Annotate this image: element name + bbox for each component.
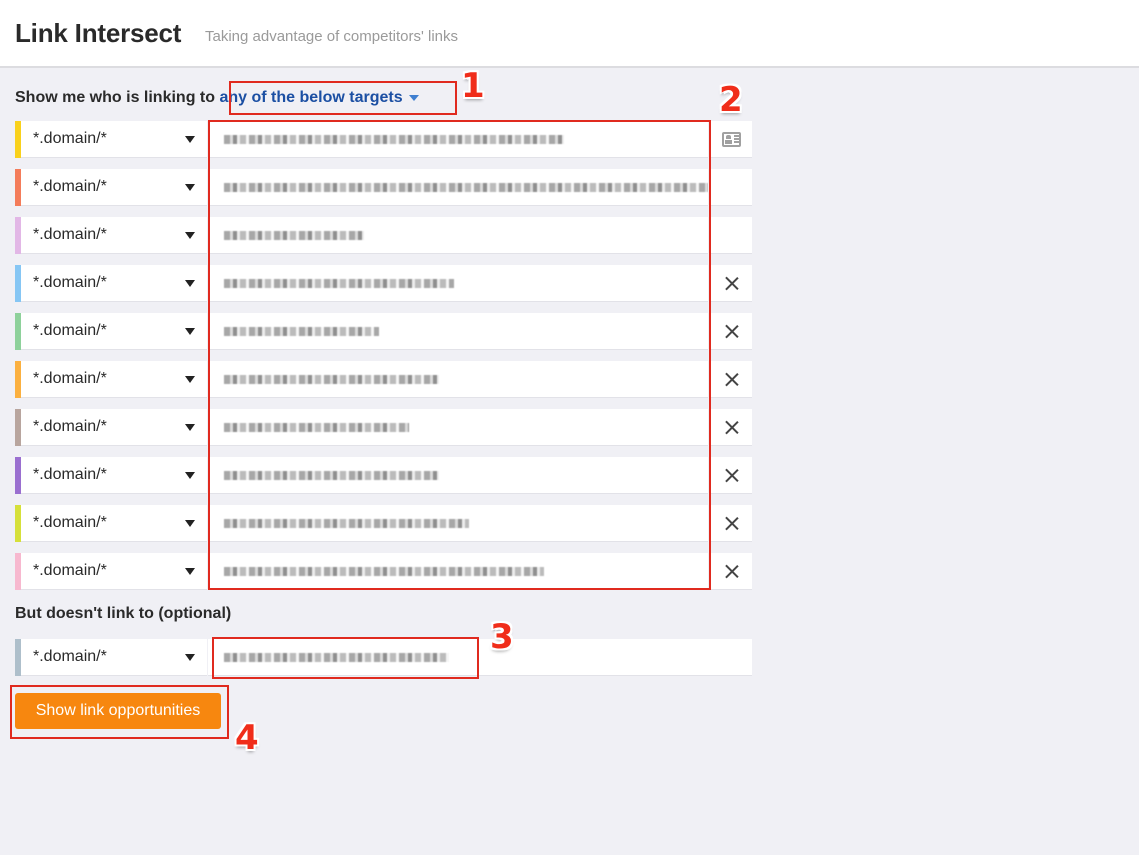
redacted-url	[224, 471, 439, 480]
exclude-section-label: But doesn't link to (optional)	[15, 605, 232, 622]
caret-down-icon	[185, 568, 195, 575]
remove-target-button[interactable]	[710, 361, 752, 398]
target-row: *.domain/*	[15, 409, 752, 446]
close-icon	[724, 372, 739, 387]
target-row: *.domain/*	[15, 217, 752, 254]
target-row: *.domain/*	[15, 361, 752, 398]
redacted-url	[224, 183, 708, 192]
caret-down-icon	[185, 654, 195, 661]
caret-down-icon	[185, 424, 195, 431]
redacted-url	[224, 135, 564, 144]
target-mode-select[interactable]: *.domain/*	[21, 121, 207, 158]
caret-down-icon	[185, 520, 195, 527]
target-mode-value: *.domain/*	[33, 322, 107, 339]
target-mode-select[interactable]: *.domain/*	[21, 505, 207, 542]
redacted-url	[224, 231, 364, 240]
import-list-icon	[722, 132, 741, 147]
target-url-input[interactable]	[208, 313, 708, 350]
exclude-mode-value: *.domain/*	[33, 648, 107, 665]
caret-down-icon	[185, 184, 195, 191]
targets-label-text: Show me who is linking to	[15, 89, 216, 106]
target-url-input[interactable]	[208, 505, 708, 542]
close-icon	[724, 324, 739, 339]
targets-section-label: Show me who is linking to any of the bel…	[15, 89, 419, 107]
target-mode-label: any of the below targets	[219, 89, 403, 106]
page-subtitle: Taking advantage of competitors' links	[205, 28, 459, 45]
exclude-mode-dropdown[interactable]: *.domain/*	[21, 639, 207, 676]
target-mode-select[interactable]: *.domain/*	[21, 409, 207, 446]
redacted-url	[224, 327, 379, 336]
caret-down-icon	[185, 376, 195, 383]
bulk-import-button[interactable]	[710, 121, 752, 158]
target-mode-value: *.domain/*	[33, 274, 107, 291]
caret-down-icon	[185, 328, 195, 335]
target-mode-value: *.domain/*	[33, 370, 107, 387]
remove-target-button[interactable]	[710, 313, 752, 350]
empty-action-cell	[710, 169, 752, 206]
caret-down-icon	[408, 94, 419, 101]
target-mode-select[interactable]: *.domain/*	[21, 217, 207, 254]
target-mode-value: *.domain/*	[33, 178, 107, 195]
target-url-input[interactable]	[208, 457, 708, 494]
caret-down-icon	[185, 232, 195, 239]
redacted-url	[224, 653, 449, 662]
target-mode-value: *.domain/*	[33, 562, 107, 579]
target-row: *.domain/*	[15, 169, 752, 206]
target-mode-value: *.domain/*	[33, 226, 107, 243]
exclude-url-input[interactable]	[208, 639, 752, 676]
annotation-number-2: 2	[719, 80, 743, 120]
remove-target-button[interactable]	[710, 553, 752, 590]
target-url-input[interactable]	[208, 217, 708, 254]
caret-down-icon	[185, 472, 195, 479]
empty-action-cell	[710, 217, 752, 254]
target-url-input[interactable]	[208, 169, 708, 206]
annotation-number-4: 4	[235, 718, 259, 758]
redacted-url	[224, 375, 439, 384]
target-mode-select[interactable]: *.domain/*	[21, 361, 207, 398]
target-mode-value: *.domain/*	[33, 418, 107, 435]
target-mode-dropdown[interactable]: any of the below targets	[219, 89, 419, 106]
target-url-input[interactable]	[208, 361, 708, 398]
target-url-input[interactable]	[208, 553, 708, 590]
target-url-input[interactable]	[208, 409, 708, 446]
show-link-opportunities-button[interactable]: Show link opportunities	[15, 693, 221, 729]
annotation-number-1: 1	[461, 66, 485, 106]
target-mode-select[interactable]: *.domain/*	[21, 457, 207, 494]
remove-target-button[interactable]	[710, 505, 752, 542]
redacted-url	[224, 567, 544, 576]
close-icon	[724, 564, 739, 579]
caret-down-icon	[185, 280, 195, 287]
target-mode-select[interactable]: *.domain/*	[21, 553, 207, 590]
exclude-row: *.domain/*	[15, 639, 752, 676]
caret-down-icon	[185, 136, 195, 143]
target-mode-value: *.domain/*	[33, 130, 107, 147]
redacted-url	[224, 519, 469, 528]
close-icon	[724, 276, 739, 291]
target-row: *.domain/*	[15, 313, 752, 350]
target-row: *.domain/*	[15, 553, 752, 590]
target-row: *.domain/*	[15, 505, 752, 542]
close-icon	[724, 468, 739, 483]
page-title: Link Intersect	[15, 18, 182, 48]
page-header: Link Intersect Taking advantage of compe…	[0, 0, 1139, 68]
target-url-input[interactable]	[208, 121, 708, 158]
target-url-input[interactable]	[208, 265, 708, 302]
redacted-url	[224, 279, 454, 288]
remove-target-button[interactable]	[710, 265, 752, 302]
target-row: *.domain/*	[15, 265, 752, 302]
remove-target-button[interactable]	[710, 409, 752, 446]
target-mode-select[interactable]: *.domain/*	[21, 169, 207, 206]
target-row: *.domain/*	[15, 121, 752, 158]
close-icon	[724, 420, 739, 435]
target-row: *.domain/*	[15, 457, 752, 494]
remove-target-button[interactable]	[710, 457, 752, 494]
redacted-url	[224, 423, 409, 432]
target-mode-select[interactable]: *.domain/*	[21, 265, 207, 302]
close-icon	[724, 516, 739, 531]
target-mode-value: *.domain/*	[33, 514, 107, 531]
target-mode-select[interactable]: *.domain/*	[21, 313, 207, 350]
target-mode-value: *.domain/*	[33, 466, 107, 483]
